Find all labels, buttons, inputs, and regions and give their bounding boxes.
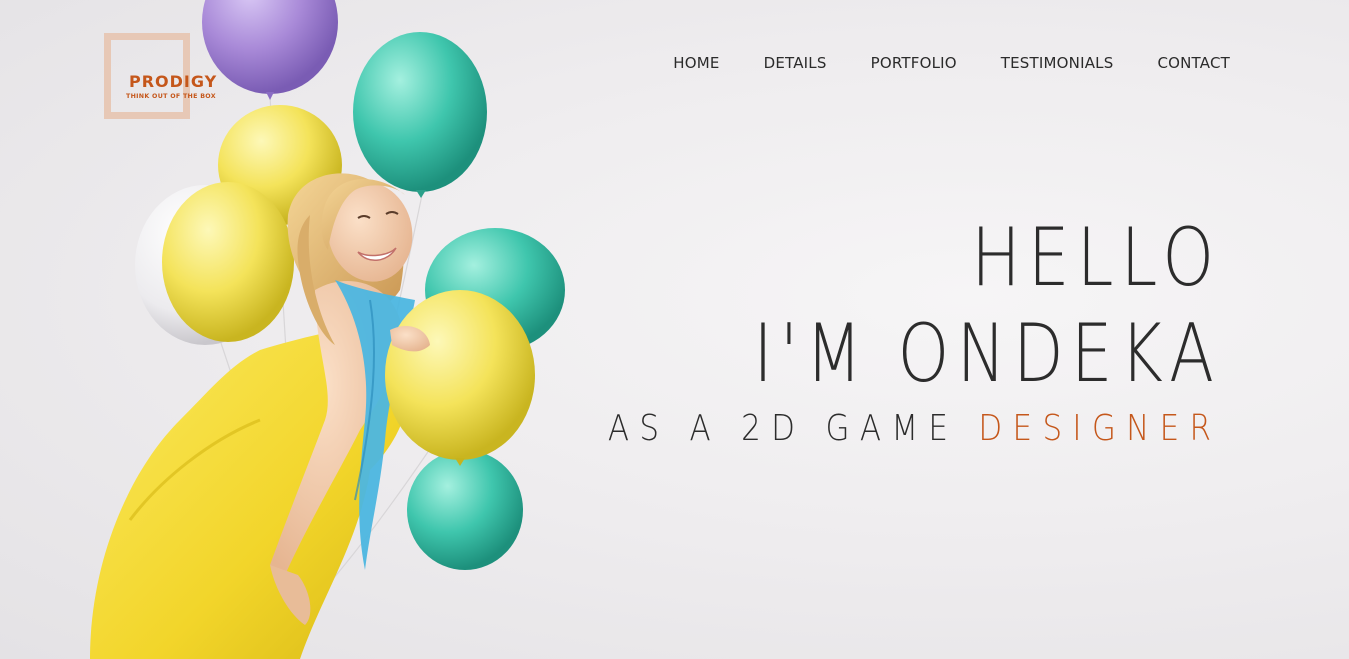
hero-section: PRODIGY THINK OUT OF THE BOX HOME DETAIL… — [0, 0, 1349, 659]
brand-logo[interactable]: PRODIGY THINK OUT OF THE BOX — [104, 33, 232, 119]
role-prefix: AS A 2D GAME — [607, 408, 979, 449]
nav-testimonials[interactable]: TESTIMONIALS — [1001, 53, 1114, 73]
logo-name: PRODIGY — [129, 72, 218, 91]
hero-headline: HELLO I'M ONDEKA AS A 2D GAME DESIGNER — [508, 210, 1221, 449]
headline-greeting: HELLO — [970, 211, 1221, 304]
headline-name: I'M ONDEKA — [752, 307, 1221, 400]
nav-portfolio[interactable]: PORTFOLIO — [871, 53, 957, 73]
nav-home[interactable]: HOME — [673, 53, 719, 73]
nav-contact[interactable]: CONTACT — [1157, 53, 1230, 73]
nav-details[interactable]: DETAILS — [764, 53, 827, 73]
main-nav: HOME DETAILS PORTFOLIO TESTIMONIALS CONT… — [629, 53, 1230, 73]
logo-tagline: THINK OUT OF THE BOX — [126, 93, 216, 100]
headline-role: AS A 2D GAME DESIGNER — [607, 408, 1221, 449]
role-accent: DESIGNER — [978, 408, 1221, 449]
